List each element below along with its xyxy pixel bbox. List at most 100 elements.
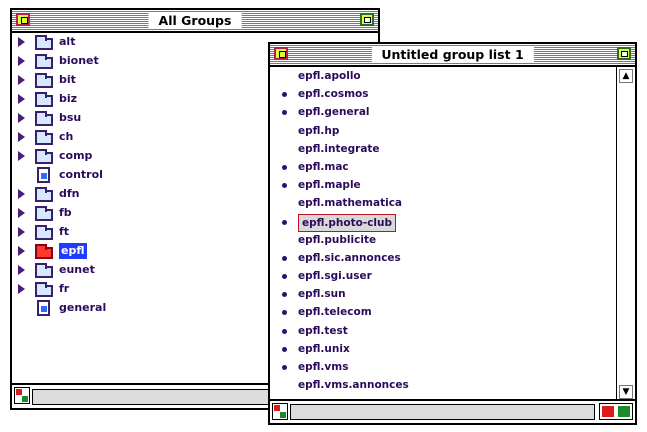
- group-label: fb: [59, 206, 72, 219]
- group-label: ft: [59, 225, 70, 238]
- newsgroup-label: epfl.apollo: [298, 70, 361, 82]
- untitled-group-list: epfl.apollo epfl.cosmos epfl.general epfl.h…: [270, 67, 616, 401]
- group-label: comp: [59, 149, 93, 162]
- disclosure-triangle-icon[interactable]: [18, 56, 25, 66]
- newsgroup-label: epfl.unix: [298, 342, 350, 355]
- newsgroup-row[interactable]: epfl.photo-club: [270, 213, 616, 232]
- folder-icon: [35, 206, 53, 221]
- bullet-icon: [282, 255, 287, 261]
- group-label: bit: [59, 73, 76, 86]
- disclosure-triangle-icon[interactable]: [18, 208, 25, 218]
- newsgroup-row[interactable]: epfl.publicite: [270, 231, 616, 249]
- bullet-icon: [282, 328, 287, 334]
- disclosure-triangle-icon[interactable]: [18, 132, 25, 142]
- newsgroup-row[interactable]: epfl.mac: [270, 158, 616, 176]
- group-label: bsu: [59, 111, 82, 124]
- untitled-title-bar[interactable]: Untitled group list 1: [270, 44, 635, 67]
- close-box-icon[interactable]: [16, 13, 30, 26]
- group-label: biz: [59, 92, 78, 105]
- close-box-icon[interactable]: [274, 47, 288, 60]
- bullet-icon: [282, 92, 287, 98]
- disclosure-triangle-icon[interactable]: [18, 113, 25, 123]
- scroll-up-arrow-icon[interactable]: ▲: [619, 69, 633, 83]
- group-label: fr: [59, 282, 70, 295]
- vertical-scrollbar[interactable]: ▲ ▼: [616, 67, 635, 401]
- bullet-icon: [282, 164, 287, 170]
- grow-box-icon[interactable]: [14, 387, 30, 404]
- group-label: eunet: [59, 263, 95, 276]
- newsgroup-label: epfl.maple: [298, 179, 361, 192]
- newsgroup-row[interactable]: epfl.cosmos: [270, 85, 616, 103]
- document-icon: [37, 167, 50, 183]
- group-label: bionet: [59, 54, 99, 67]
- newsgroup-row[interactable]: epfl.integrate: [270, 140, 616, 158]
- untitled-group-list-window: Untitled group list 1 epfl.apollo epfl.co…: [268, 42, 637, 425]
- newsgroup-label: epfl.photo-club: [298, 213, 397, 232]
- newsgroup-row[interactable]: epfl.hp: [270, 122, 616, 140]
- newsgroup-label: epfl.test: [298, 324, 348, 337]
- newsgroup-row[interactable]: epfl.mathematica: [270, 194, 616, 212]
- folder-icon: [35, 111, 53, 126]
- folder-icon: [35, 187, 53, 202]
- folder-icon: [35, 149, 53, 164]
- folder-icon: [35, 130, 53, 145]
- group-label: epfl: [59, 243, 87, 259]
- zoom-box-icon[interactable]: [617, 47, 631, 60]
- group-label: ch: [59, 130, 74, 143]
- all-groups-title-bar[interactable]: All Groups: [12, 10, 378, 33]
- disclosure-triangle-icon[interactable]: [18, 265, 25, 275]
- newsgroup-row[interactable]: epfl.maple: [270, 176, 616, 194]
- scroll-down-arrow-icon[interactable]: ▼: [619, 385, 633, 399]
- newsgroup-row[interactable]: epfl.vms.annonces: [270, 376, 616, 394]
- group-label: dfn: [59, 187, 80, 200]
- disclosure-triangle-icon[interactable]: [18, 189, 25, 199]
- newsgroup-label: epfl.mac: [298, 160, 349, 173]
- zoom-box-icon[interactable]: [360, 13, 374, 26]
- newsgroup-row[interactable]: epfl.apollo: [270, 67, 616, 85]
- newsgroup-row[interactable]: epfl.unix: [270, 340, 616, 358]
- newsgroup-label: epfl.sun: [298, 288, 346, 301]
- disclosure-triangle-icon[interactable]: [18, 151, 25, 161]
- window-title: All Groups: [148, 13, 242, 28]
- bullet-icon: [282, 274, 287, 280]
- scroll-track[interactable]: [619, 85, 633, 383]
- bullet-icon: [282, 346, 287, 352]
- window-size-icon[interactable]: [599, 403, 633, 420]
- newsgroup-row[interactable]: epfl.sgi.user: [270, 267, 616, 285]
- newsgroup-label: epfl.mathematica: [298, 197, 403, 210]
- untitled-scroll-bar: [270, 399, 635, 423]
- newsgroup-label: epfl.publicite: [298, 233, 377, 246]
- group-label: general: [59, 301, 107, 314]
- grow-box-icon[interactable]: [272, 403, 288, 420]
- bullet-icon: [282, 183, 287, 189]
- newsgroup-label: epfl.vms.annonces: [298, 379, 409, 392]
- newsgroup-label: epfl.integrate: [298, 142, 380, 155]
- newsgroup-row[interactable]: epfl.sun: [270, 285, 616, 303]
- newsgroup-label: epfl.telecom: [298, 306, 372, 319]
- newsgroup-row[interactable]: epfl.test: [270, 322, 616, 340]
- newsgroup-label: epfl.sgi.user: [298, 270, 372, 283]
- folder-icon: [35, 54, 53, 69]
- disclosure-triangle-icon[interactable]: [18, 246, 25, 256]
- disclosure-triangle-icon[interactable]: [18, 227, 25, 237]
- window-title: Untitled group list 1: [371, 47, 534, 62]
- folder-icon: [35, 35, 53, 50]
- group-label: alt: [59, 35, 76, 48]
- bullet-icon: [282, 110, 287, 116]
- newsgroup-label: epfl.hp: [298, 124, 340, 137]
- newsgroup-label: epfl.vms: [298, 361, 349, 373]
- bullet-icon: [282, 310, 287, 316]
- newsgroup-row[interactable]: epfl.vms: [270, 358, 616, 376]
- newsgroup-label: epfl.general: [298, 106, 370, 119]
- disclosure-triangle-icon[interactable]: [18, 37, 25, 47]
- disclosure-triangle-icon[interactable]: [18, 75, 25, 85]
- newsgroup-row[interactable]: epfl.general: [270, 103, 616, 121]
- disclosure-triangle-icon[interactable]: [18, 94, 25, 104]
- newsgroup-row[interactable]: epfl.sic.annonces: [270, 249, 616, 267]
- newsgroup-row[interactable]: epfl.telecom: [270, 303, 616, 321]
- document-icon: [37, 300, 50, 316]
- bullet-icon: [282, 219, 287, 225]
- disclosure-triangle-icon[interactable]: [18, 284, 25, 294]
- horizontal-scrollbar[interactable]: [290, 404, 595, 420]
- group-label: control: [59, 168, 103, 181]
